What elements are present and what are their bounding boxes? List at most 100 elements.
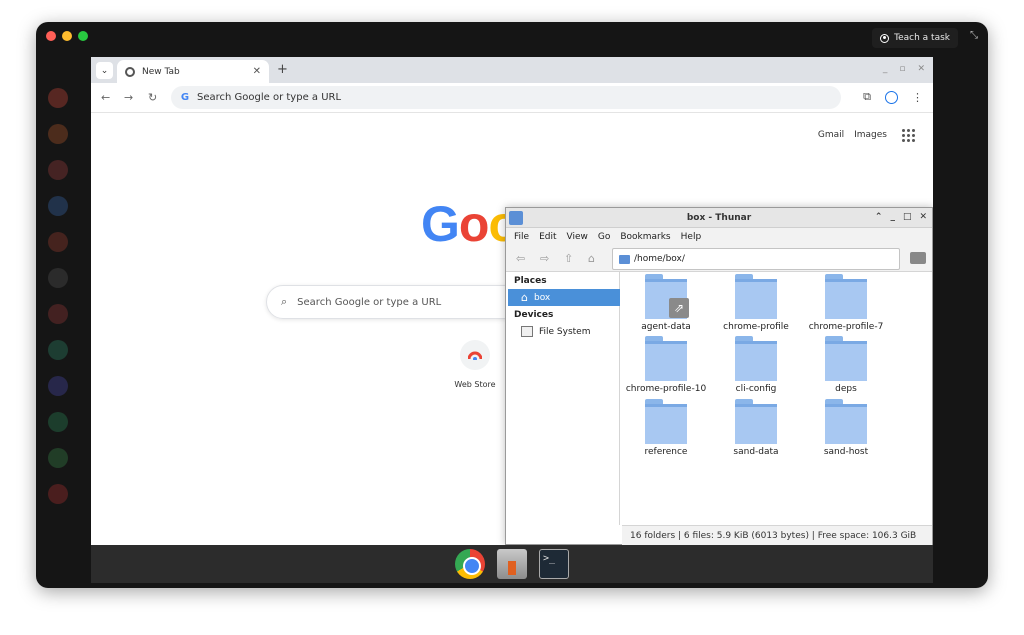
location-path: /home/box/ bbox=[634, 254, 685, 264]
close-tab-icon[interactable]: ✕ bbox=[253, 66, 261, 77]
folder-cli-config[interactable]: cli-config bbox=[712, 336, 800, 394]
images-link[interactable]: Images bbox=[854, 130, 887, 140]
status-text: 16 folders | 6 files: 5.9 KiB (6013 byte… bbox=[630, 530, 917, 541]
omnibox-placeholder: Search Google or type a URL bbox=[197, 92, 342, 103]
restore-icon[interactable]: ▫ bbox=[899, 64, 905, 74]
reload-icon[interactable]: ↻ bbox=[148, 91, 157, 104]
folder-icon bbox=[825, 399, 867, 444]
folder-icon bbox=[645, 336, 687, 381]
bg-app-icon bbox=[48, 232, 68, 252]
sidebar-item-label: File System bbox=[539, 326, 591, 337]
logo-letter: o bbox=[458, 196, 490, 252]
devices-heading: Devices bbox=[514, 310, 554, 320]
location-bar[interactable]: /home/box/ bbox=[612, 248, 900, 270]
tab-new-tab[interactable]: New Tab ✕ bbox=[117, 60, 269, 83]
thunar-window: box - Thunar ⌃ _ □ ✕ File Edit View Go B… bbox=[505, 207, 933, 545]
home-icon[interactable]: ⌂ bbox=[588, 252, 595, 265]
record-icon bbox=[880, 33, 890, 43]
places-heading: Places bbox=[514, 276, 547, 286]
omnibox[interactable]: G Search Google or type a URL bbox=[171, 86, 841, 109]
dock: >_ bbox=[91, 545, 933, 583]
folder-icon bbox=[735, 336, 777, 381]
folder-chrome-profile-10[interactable]: chrome-profile-10 bbox=[622, 336, 710, 394]
forward-icon[interactable]: → bbox=[124, 91, 133, 104]
chrome-icon[interactable] bbox=[455, 549, 485, 579]
shortcut-web-store[interactable]: Web Store bbox=[453, 340, 497, 389]
menu-edit[interactable]: Edit bbox=[539, 232, 556, 242]
new-tab-icon[interactable]: + bbox=[277, 62, 288, 77]
thunar-window-controls: ⌃ _ □ ✕ bbox=[875, 212, 927, 222]
gmail-link[interactable]: Gmail bbox=[818, 130, 844, 140]
remote-desktop: ⌄ New Tab ✕ + _ ▫ ✕ ← → ↻ G Search Googl… bbox=[91, 57, 933, 583]
bg-app-icon bbox=[48, 412, 68, 432]
menu-go[interactable]: Go bbox=[598, 232, 610, 242]
thunar-sidebar: Places ⌂ box Devices File System bbox=[506, 272, 620, 525]
toolbar-actions: ⧉ ⋮ bbox=[863, 90, 923, 104]
sidebar-item-label: box bbox=[533, 292, 551, 303]
bg-app-icon bbox=[48, 88, 68, 108]
ftp-client-icon[interactable] bbox=[497, 549, 527, 579]
extensions-icon[interactable]: ⧉ bbox=[863, 90, 871, 104]
drive-icon bbox=[521, 326, 533, 337]
menu-help[interactable]: Help bbox=[681, 232, 702, 242]
location-toolbar: ⇦ ⇨ ⇧ ⌂ /home/box/ bbox=[506, 246, 932, 272]
folder-label: sand-data bbox=[733, 447, 779, 457]
menu-file[interactable]: File bbox=[514, 232, 529, 242]
thunar-menubar: File Edit View Go Bookmarks Help bbox=[506, 228, 932, 246]
maximize-icon[interactable]: □ bbox=[903, 212, 912, 222]
shade-icon[interactable]: ⌃ bbox=[875, 212, 883, 222]
folder-sand-data[interactable]: sand-data bbox=[712, 399, 800, 457]
status-bar: 16 folders | 6 files: 5.9 KiB (6013 byte… bbox=[622, 525, 932, 545]
forward-icon[interactable]: ⇨ bbox=[540, 252, 549, 265]
back-icon[interactable]: ← bbox=[101, 91, 110, 104]
sidebar-item-file-system[interactable]: File System bbox=[508, 323, 620, 340]
folder-deps[interactable]: deps bbox=[802, 336, 890, 394]
search-placeholder: Search Google or type a URL bbox=[297, 296, 442, 308]
folder-label: cli-config bbox=[735, 384, 777, 394]
symlink-arrow-icon: ⇗ bbox=[669, 298, 689, 318]
folder-reference[interactable]: reference bbox=[622, 399, 710, 457]
search-icon: ⌕ bbox=[281, 295, 288, 308]
folder-icon bbox=[825, 274, 867, 319]
folder-agent-data[interactable]: ⇗ agent-data bbox=[622, 274, 710, 332]
collapse-icon[interactable]: ⤡ bbox=[970, 30, 978, 41]
chrome-toolbar: ← → ↻ G Search Google or type a URL ⧉ ⋮ bbox=[91, 83, 933, 113]
thunar-app-icon bbox=[509, 211, 523, 225]
drive-icon[interactable] bbox=[910, 252, 926, 264]
folder-sand-host[interactable]: sand-host bbox=[802, 399, 890, 457]
minimize-dot[interactable] bbox=[62, 31, 72, 41]
tab-search-icon[interactable]: ⌄ bbox=[96, 62, 113, 79]
menu-icon[interactable]: ⋮ bbox=[912, 91, 923, 104]
google-g-icon: G bbox=[180, 92, 190, 103]
close-icon[interactable]: ✕ bbox=[919, 212, 927, 222]
back-icon[interactable]: ⇦ bbox=[516, 252, 525, 265]
thunar-titlebar[interactable]: box - Thunar ⌃ _ □ ✕ bbox=[506, 208, 932, 228]
minimize-icon[interactable]: _ bbox=[890, 212, 895, 222]
tab-title: New Tab bbox=[142, 66, 180, 77]
background-app-list bbox=[36, 58, 92, 588]
folder-icon bbox=[645, 399, 687, 444]
bg-app-icon bbox=[48, 376, 68, 396]
teach-task-button[interactable]: Teach a task bbox=[872, 28, 958, 48]
folder-icon bbox=[735, 274, 777, 319]
bg-app-icon bbox=[48, 448, 68, 468]
terminal-icon[interactable]: >_ bbox=[539, 549, 569, 579]
logo-letter: G bbox=[421, 196, 460, 252]
folder-chrome-profile[interactable]: chrome-profile bbox=[712, 274, 800, 332]
minimize-icon[interactable]: _ bbox=[883, 64, 888, 74]
bg-app-icon bbox=[48, 196, 68, 216]
sidebar-item-box[interactable]: ⌂ box bbox=[508, 289, 620, 306]
folder-icon bbox=[735, 399, 777, 444]
menu-view[interactable]: View bbox=[567, 232, 588, 242]
file-grid: ⇗ agent-data chrome-profile chrome-profi… bbox=[622, 274, 932, 524]
close-dot[interactable] bbox=[46, 31, 56, 41]
profile-icon[interactable] bbox=[885, 90, 898, 104]
menu-bookmarks[interactable]: Bookmarks bbox=[620, 232, 670, 242]
close-icon[interactable]: ✕ bbox=[917, 64, 925, 74]
taskbar: >_ bbox=[91, 545, 933, 583]
bg-app-icon bbox=[48, 268, 68, 288]
zoom-dot[interactable] bbox=[78, 31, 88, 41]
apps-grid-icon[interactable] bbox=[902, 129, 915, 142]
folder-chrome-profile-7[interactable]: chrome-profile-7 bbox=[802, 274, 890, 332]
up-icon[interactable]: ⇧ bbox=[564, 252, 573, 265]
